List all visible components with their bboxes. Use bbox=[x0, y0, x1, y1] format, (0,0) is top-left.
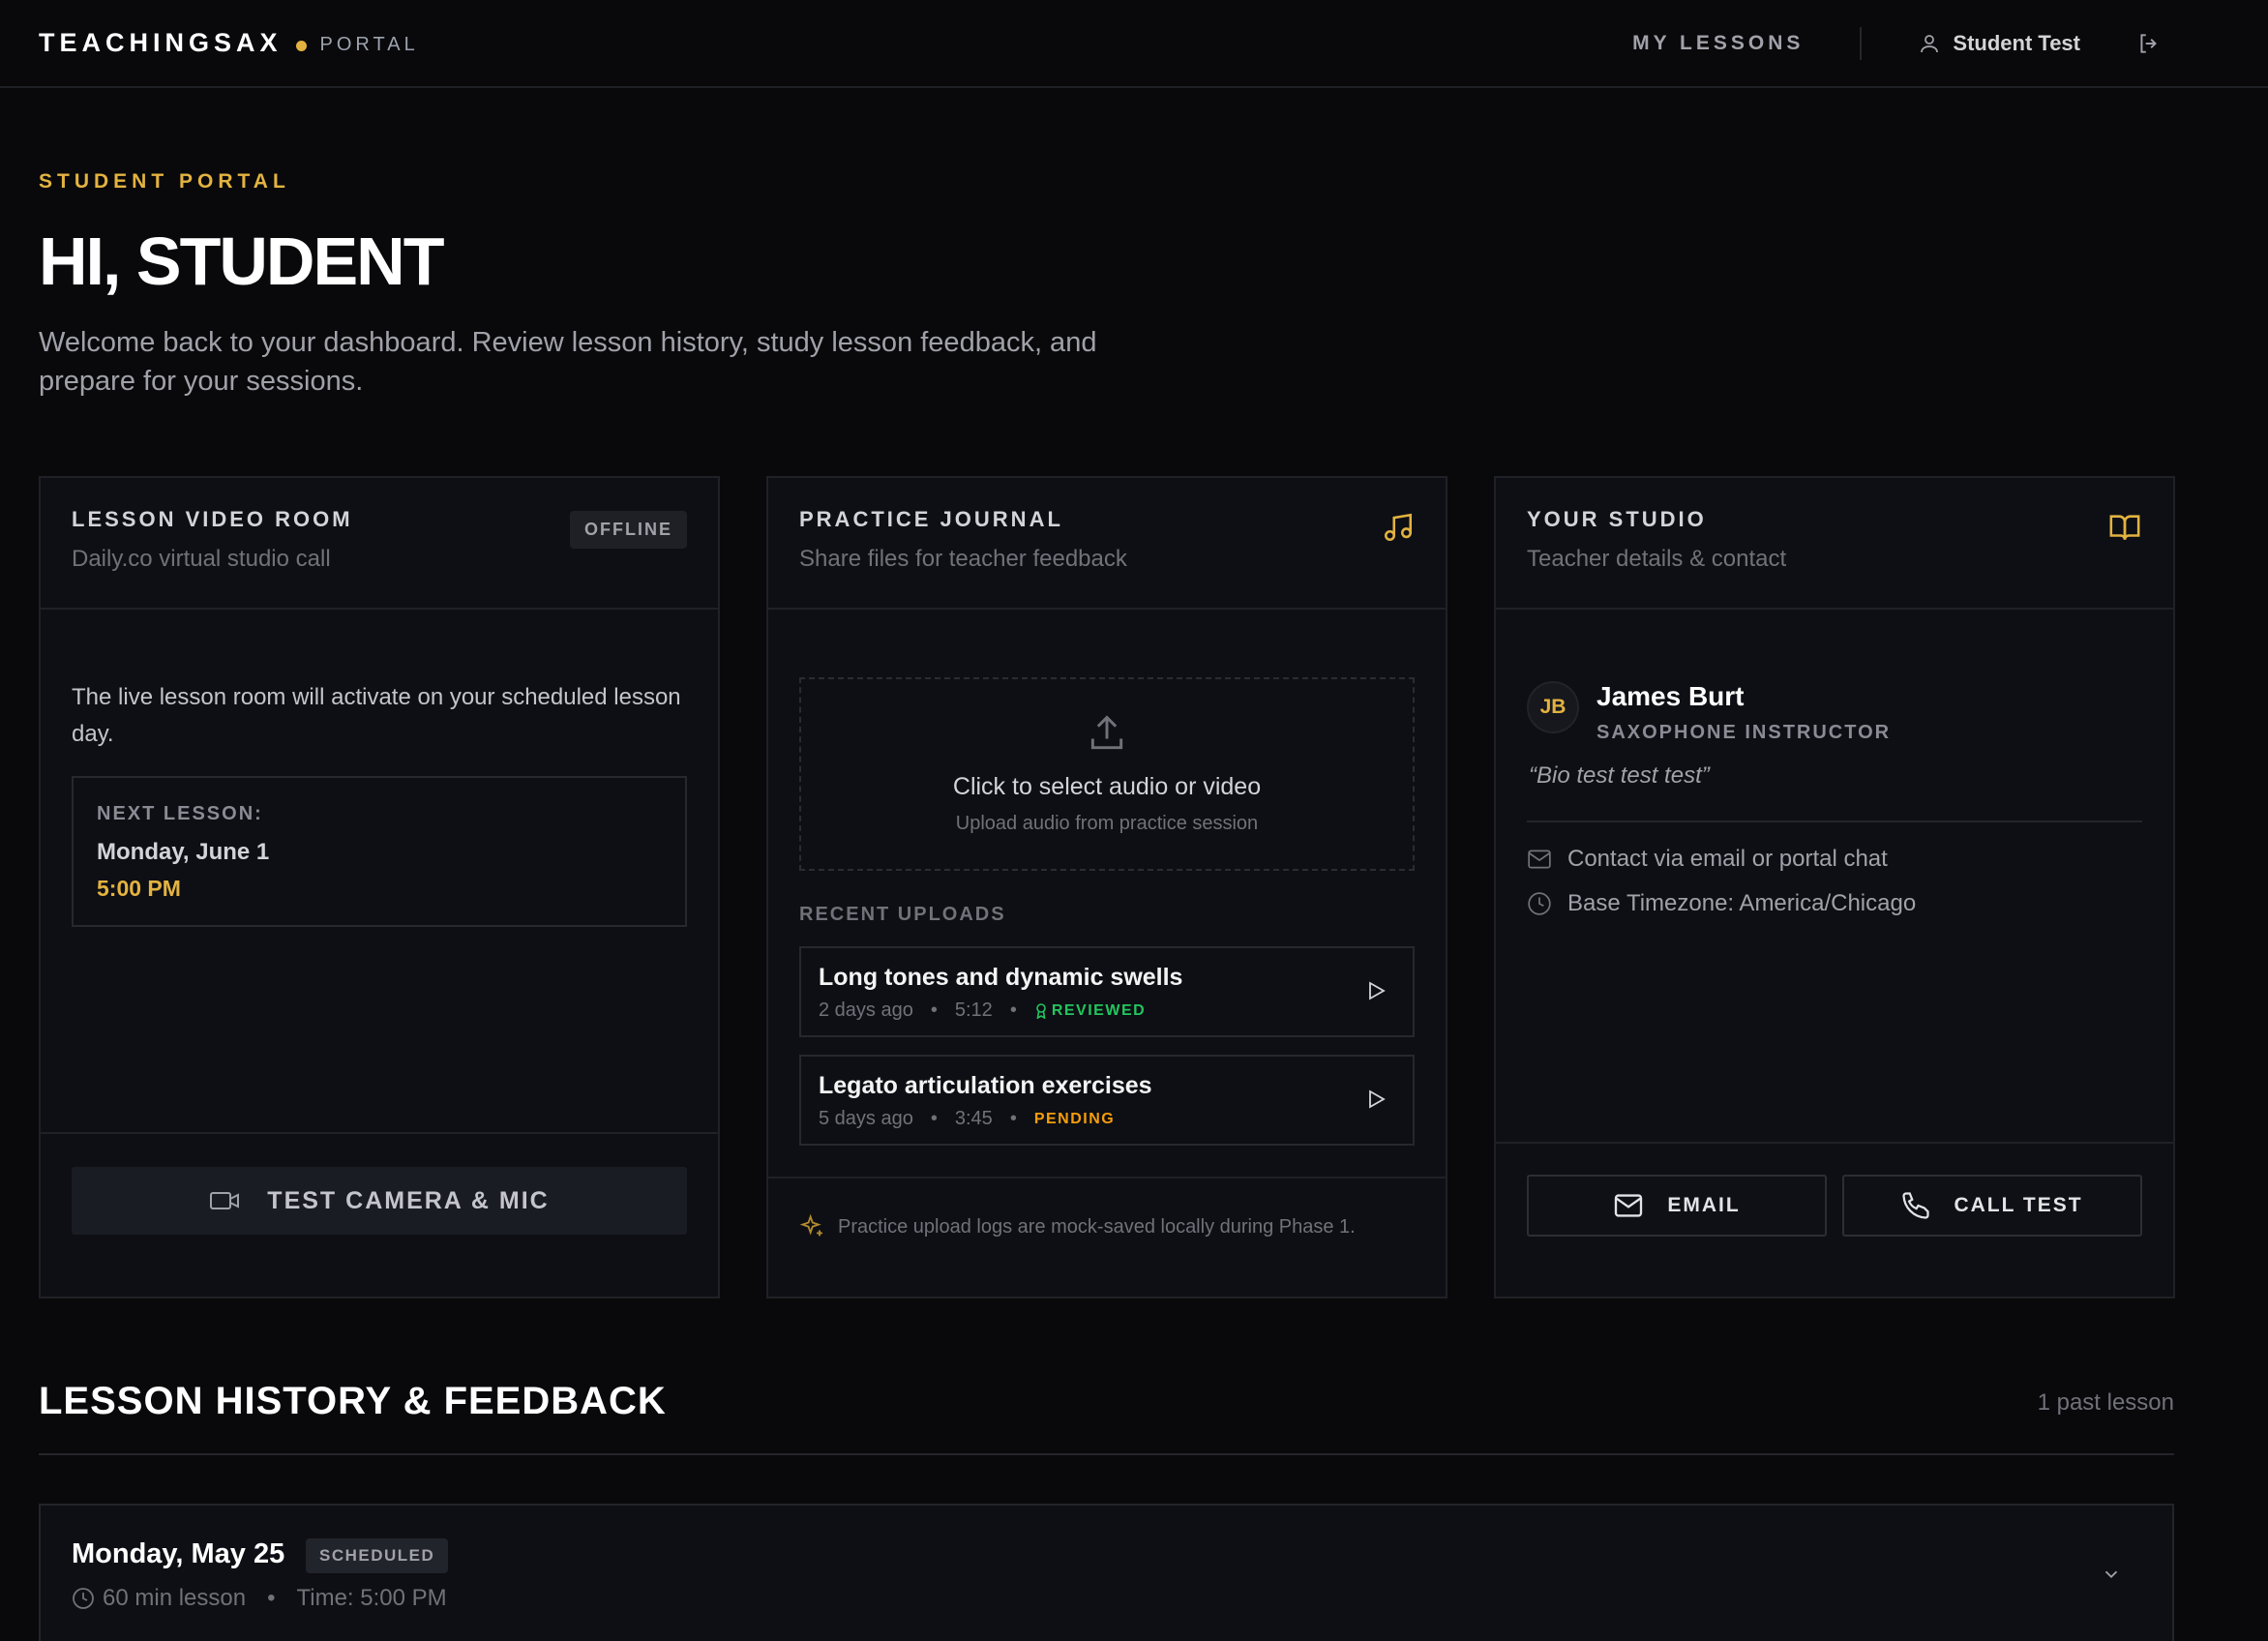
top-nav: MY LESSONS Student Test bbox=[1632, 0, 2162, 86]
upload-time: 2 days ago bbox=[819, 1000, 913, 1021]
mail-icon bbox=[1615, 1194, 1643, 1217]
upload-duration: 3:45 bbox=[954, 1108, 993, 1129]
play-icon[interactable] bbox=[1364, 1088, 1388, 1116]
hero-subtitle: Welcome back to your dashboard. Review l… bbox=[39, 327, 1097, 397]
contact-line: Contact via email or portal chat bbox=[1527, 846, 1888, 873]
journal-subtitle: Share files for teacher feedback bbox=[799, 546, 1127, 572]
phone-icon bbox=[1902, 1192, 1930, 1219]
card-divider bbox=[768, 1177, 1446, 1179]
brand-dot bbox=[295, 41, 307, 51]
studio-header: YOUR STUDIO Teacher details & contact bbox=[1496, 478, 2173, 610]
journal-header: PRACTICE JOURNAL Share files for teacher… bbox=[768, 478, 1446, 610]
upload-icon bbox=[801, 712, 1413, 760]
pending-status: PENDING bbox=[1033, 1110, 1116, 1127]
email-button[interactable]: EMAIL bbox=[1527, 1175, 1827, 1237]
practice-journal-card: PRACTICE JOURNAL Share files for teacher… bbox=[766, 476, 1447, 1298]
user-name: Student Test bbox=[1953, 30, 2080, 55]
status-badge: SCHEDULED bbox=[306, 1538, 449, 1573]
history-count: 1 past lesson bbox=[2037, 1389, 2174, 1416]
upload-item[interactable]: Long tones and dynamic swells 2 days ago… bbox=[799, 946, 1415, 1037]
nav-my-lessons-link[interactable]: MY LESSONS bbox=[1632, 32, 1804, 55]
teacher-name: James Burt bbox=[1597, 681, 1745, 711]
next-lesson-label: NEXT LESSON: bbox=[97, 803, 263, 824]
clock-icon bbox=[73, 1588, 94, 1609]
card-divider bbox=[41, 1132, 718, 1134]
next-lesson-day: Monday, June 1 bbox=[97, 839, 270, 865]
card-divider bbox=[1496, 1142, 2173, 1144]
top-bar: TEACHINGSAX PORTAL MY LESSONS Student Te… bbox=[0, 0, 2268, 88]
history-title: LESSON HISTORY & FEEDBACK bbox=[39, 1380, 667, 1422]
recent-uploads-label: RECENT UPLOADS bbox=[799, 904, 1006, 925]
studio-subtitle: Teacher details & contact bbox=[1527, 546, 1787, 572]
studio-title: YOUR STUDIO bbox=[1527, 507, 1707, 531]
nav-divider bbox=[1860, 26, 1863, 60]
logout-button[interactable] bbox=[2136, 31, 2162, 56]
sparkle-icon bbox=[799, 1213, 822, 1237]
lesson-time: Time: 5:00 PM bbox=[296, 1585, 447, 1611]
user-menu[interactable]: Student Test bbox=[1918, 31, 2080, 56]
brand-logo[interactable]: TEACHINGSAX bbox=[39, 28, 283, 58]
avatar: JB bbox=[1527, 681, 1579, 733]
status-badge: OFFLINE bbox=[570, 511, 687, 549]
timezone-line: Base Timezone: America/Chicago bbox=[1527, 890, 1916, 917]
reviewed-status: REVIEWED bbox=[1034, 1002, 1146, 1020]
logout-icon bbox=[2140, 33, 2157, 53]
journal-note: Practice upload logs are mock-saved loca… bbox=[799, 1213, 1356, 1240]
call-button[interactable]: CALL TEST bbox=[1842, 1175, 2142, 1237]
upload-dropzone[interactable]: Click to select audio or video Upload au… bbox=[799, 677, 1415, 871]
upload-item[interactable]: Legato articulation exercises 5 days ago… bbox=[799, 1055, 1415, 1146]
divider bbox=[1527, 820, 2142, 822]
history-divider bbox=[39, 1453, 2174, 1455]
brand-subtitle: PORTAL bbox=[319, 34, 419, 55]
upload-time: 5 days ago bbox=[819, 1108, 913, 1129]
user-icon bbox=[1921, 34, 1939, 52]
upload-title: Long tones and dynamic swells bbox=[819, 964, 1183, 991]
chevron-down-icon[interactable] bbox=[2101, 1564, 2122, 1590]
video-camera-icon bbox=[210, 1192, 240, 1209]
video-room-message: The live lesson room will activate on yo… bbox=[72, 684, 681, 747]
video-room-card: LESSON VIDEO ROOM Daily.co virtual studi… bbox=[39, 476, 720, 1298]
journal-title: PRACTICE JOURNAL bbox=[799, 507, 1063, 531]
lesson-meta: 60 min lesson • Time: 5:00 PM bbox=[72, 1585, 447, 1612]
teacher-bio: “Bio test test test” bbox=[1529, 762, 1710, 789]
book-open-icon bbox=[2107, 511, 2142, 549]
test-camera-label: TEST CAMERA & MIC bbox=[267, 1186, 550, 1214]
page-title: HI, STUDENT bbox=[39, 224, 444, 299]
upload-title: Legato articulation exercises bbox=[819, 1072, 1152, 1099]
lesson-date: Monday, May 25 bbox=[72, 1538, 285, 1569]
next-lesson-time: 5:00 PM bbox=[97, 876, 181, 901]
award-icon bbox=[1036, 1002, 1046, 1019]
upload-duration: 5:12 bbox=[954, 1000, 993, 1021]
dropzone-hint: Upload audio from practice session bbox=[955, 813, 1259, 834]
video-room-subtitle: Daily.co virtual studio call bbox=[72, 546, 331, 572]
studio-card: YOUR STUDIO Teacher details & contact JB… bbox=[1494, 476, 2175, 1298]
upload-meta: 5 days ago • 3:45 • PENDING bbox=[819, 1108, 1116, 1129]
video-room-header: LESSON VIDEO ROOM Daily.co virtual studi… bbox=[41, 478, 718, 610]
lesson-row[interactable]: Monday, May 25 SCHEDULED 60 min lesson •… bbox=[39, 1504, 2174, 1641]
test-camera-button[interactable]: TEST CAMERA & MIC bbox=[72, 1167, 687, 1235]
upload-meta: 2 days ago • 5:12 • REVIEWED bbox=[819, 1000, 1147, 1021]
hero-eyebrow: STUDENT PORTAL bbox=[39, 170, 290, 193]
mail-icon bbox=[1528, 850, 1551, 869]
play-icon[interactable] bbox=[1364, 979, 1388, 1007]
lesson-length: 60 min lesson bbox=[103, 1585, 247, 1611]
music-note-icon bbox=[1382, 511, 1415, 549]
next-lesson-box: NEXT LESSON: Monday, June 1 5:00 PM bbox=[72, 776, 687, 927]
teacher-role: SAXOPHONE INSTRUCTOR bbox=[1597, 722, 1892, 743]
dropzone-label: Click to select audio or video bbox=[952, 773, 1262, 800]
clock-icon bbox=[1528, 892, 1551, 915]
